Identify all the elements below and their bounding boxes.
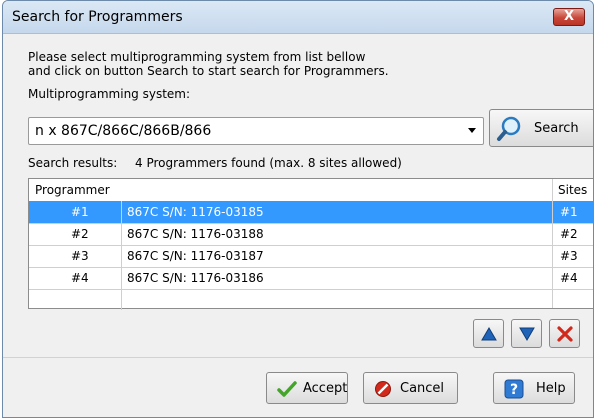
site-number: #4 (560, 271, 578, 285)
site-number: #1 (560, 205, 578, 219)
accept-button-label: Accept (303, 381, 348, 396)
accept-button[interactable]: Accept (266, 372, 348, 404)
system-select-value: n x 867C/866C/866B/866 (35, 123, 212, 139)
programmer-name: 867C S/N: 1176-03186 (127, 271, 264, 285)
table-row[interactable]: #3 867C S/N: 1176-03187 #3 (29, 245, 593, 268)
results-summary: 4 Programmers found (max. 8 sites allowe… (135, 156, 402, 170)
instruction-line-1: Please select multiprogramming system fr… (28, 50, 366, 64)
system-select[interactable]: n x 867C/866C/866B/866 (28, 117, 484, 145)
arrow-up-icon (481, 327, 497, 341)
magnifier-icon (497, 116, 521, 141)
column-divider (121, 201, 122, 310)
close-icon: X (563, 9, 575, 24)
checkmark-icon (277, 381, 297, 397)
close-button[interactable]: X (553, 8, 585, 26)
delete-button[interactable] (549, 319, 580, 348)
table-row[interactable]: #2 867C S/N: 1176-03188 #2 (29, 223, 593, 246)
window-title: Search for Programmers (12, 9, 183, 25)
system-label: Multiprogramming system: (28, 87, 191, 101)
programmer-index: #4 (71, 271, 89, 285)
help-button[interactable]: ? Help (493, 372, 575, 404)
site-number: #3 (560, 249, 578, 263)
svg-text:?: ? (510, 382, 518, 398)
cancel-button-label: Cancel (400, 381, 445, 396)
table-row[interactable]: #1 867C S/N: 1176-03185 #1 (29, 201, 593, 224)
column-divider (552, 179, 553, 308)
move-down-button[interactable] (511, 319, 542, 348)
instruction-line-2: and click on button Search to start sear… (28, 64, 389, 78)
delete-icon (557, 326, 573, 342)
search-button[interactable]: Search (489, 109, 593, 147)
results-label: Search results: (28, 156, 118, 170)
column-header-sites[interactable]: Sites (558, 183, 587, 197)
cancel-icon (375, 381, 391, 397)
chevron-down-icon[interactable] (468, 128, 476, 133)
programmer-index: #3 (71, 249, 89, 263)
cancel-button[interactable]: Cancel (363, 372, 458, 404)
help-button-label: Help (536, 381, 566, 396)
grid-header: Programmer Sites (29, 179, 593, 202)
move-up-button[interactable] (473, 319, 504, 348)
search-button-label: Search (534, 121, 579, 136)
programmer-name: 867C S/N: 1176-03185 (127, 205, 264, 219)
table-row[interactable]: #4 867C S/N: 1176-03186 #4 (29, 267, 593, 290)
site-number: #2 (560, 227, 578, 241)
results-grid[interactable]: Programmer Sites #1 867C S/N: 1176-03185 #… (28, 178, 593, 310)
title-bar[interactable]: Search for Programmers X (3, 1, 593, 34)
programmer-name: 867C S/N: 1176-03188 (127, 227, 264, 241)
help-icon: ? (504, 379, 524, 399)
programmer-index: #1 (71, 205, 89, 219)
footer-divider (3, 357, 593, 358)
programmer-name: 867C S/N: 1176-03187 (127, 249, 264, 263)
dialog-window: Search for Programmers X Please select m… (2, 0, 594, 418)
programmer-index: #2 (71, 227, 89, 241)
column-header-programmer[interactable]: Programmer (35, 183, 110, 197)
arrow-down-icon (519, 327, 535, 341)
